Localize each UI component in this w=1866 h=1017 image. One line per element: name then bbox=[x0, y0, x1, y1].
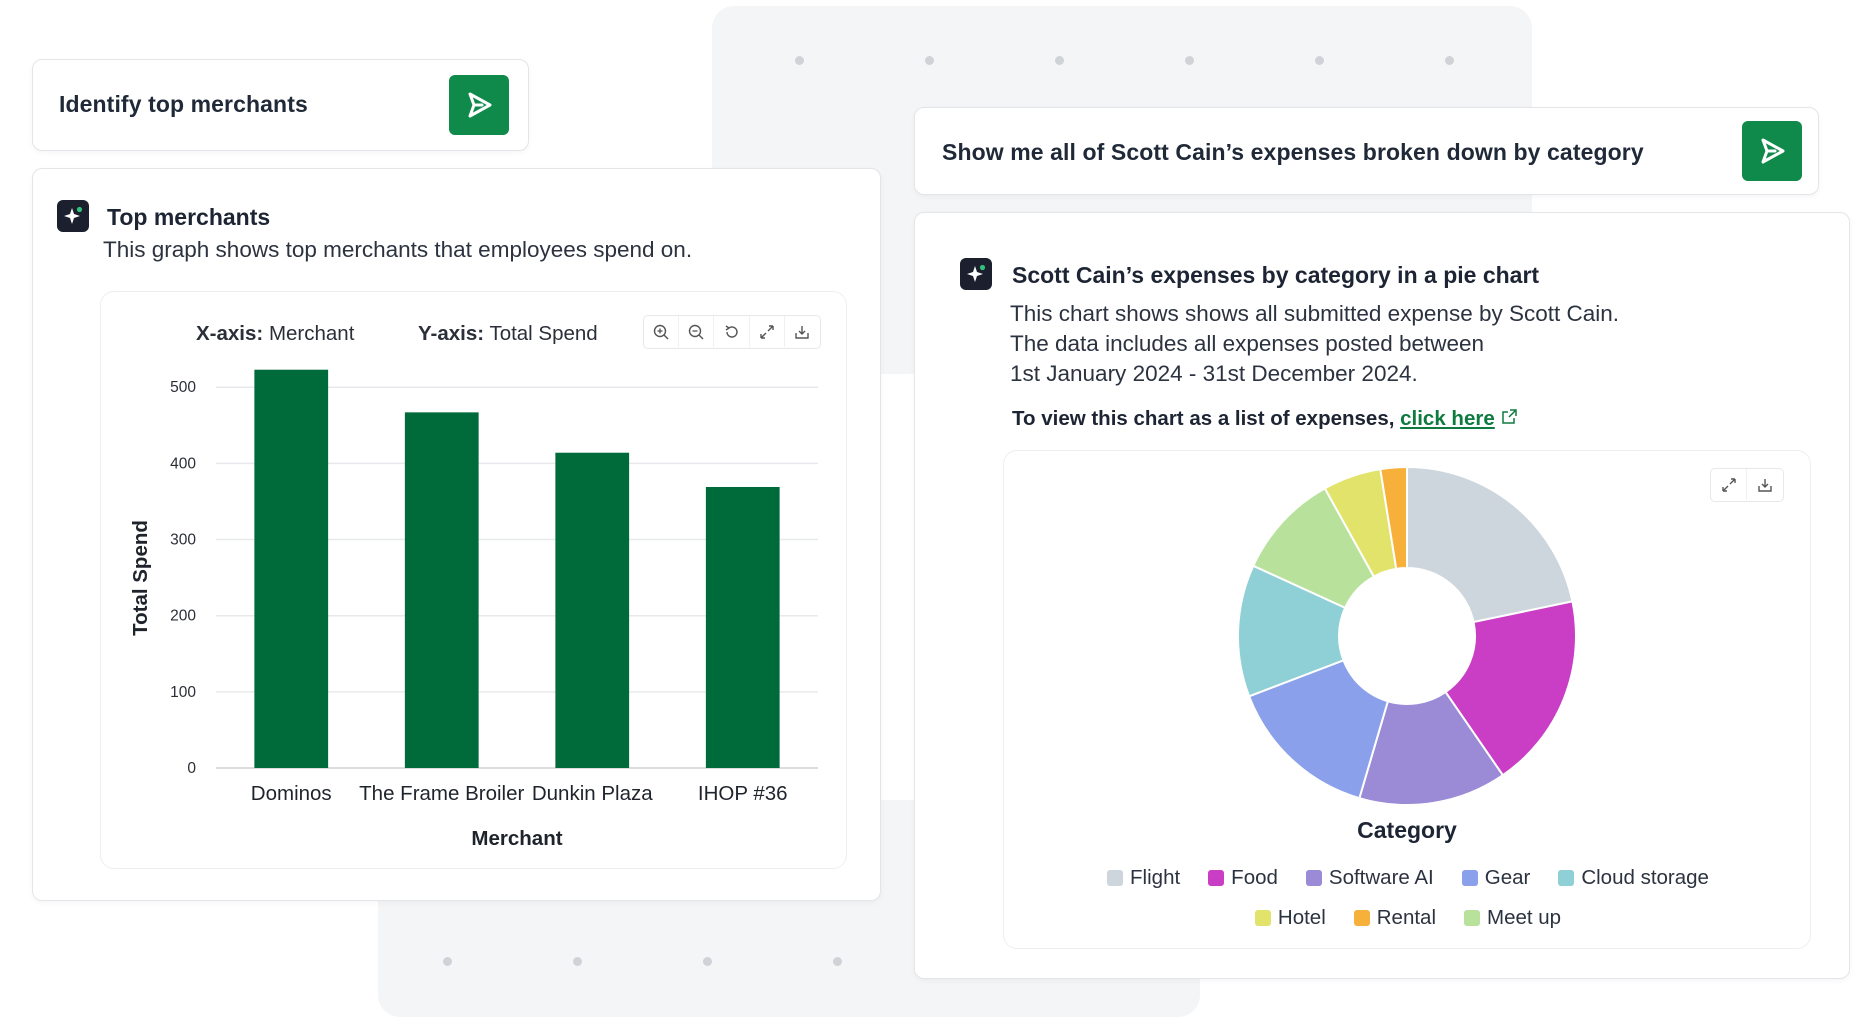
decorative-dot bbox=[833, 957, 842, 966]
bar-chart: 0 100 200 300 400 500 Dominos The Frame Broiler… bbox=[129, 369, 818, 850]
bar[interactable] bbox=[404, 412, 479, 768]
decorative-dot bbox=[1185, 56, 1194, 65]
legend-item[interactable]: Flight bbox=[1107, 866, 1180, 890]
y-tick-label: 300 bbox=[170, 532, 196, 549]
legend-swatch bbox=[1107, 870, 1124, 886]
decorative-dot bbox=[1315, 56, 1324, 65]
card-description-line-3: 1st January 2024 - 31st December 2024. bbox=[1010, 361, 1418, 386]
view-as-list-text: To view this chart as a list of expenses… bbox=[1012, 407, 1395, 430]
y-tick-label: 200 bbox=[170, 608, 196, 625]
y-tick-label: 0 bbox=[187, 760, 196, 777]
legend-item[interactable]: Meet up bbox=[1464, 906, 1561, 930]
bar[interactable] bbox=[555, 452, 630, 768]
decorative-dot bbox=[795, 56, 804, 65]
y-axis-label: Total Spend bbox=[129, 520, 152, 636]
pie-legend-row: Hotel Rental Meet up bbox=[1084, 906, 1732, 930]
legend-item[interactable]: Software AI bbox=[1305, 866, 1434, 890]
legend-item[interactable]: Cloud storage bbox=[1558, 866, 1709, 890]
expenses-by-category-card: Scott Cain’s expenses by category in a p… bbox=[914, 212, 1850, 979]
send-icon bbox=[468, 92, 492, 118]
card-title: Scott Cain’s expenses by category in a p… bbox=[1012, 262, 1540, 288]
card-description: This graph shows top merchants that empl… bbox=[103, 237, 693, 262]
legend-item[interactable]: Hotel bbox=[1254, 906, 1326, 930]
legend-label: Meet up bbox=[1487, 906, 1562, 929]
legend-swatch bbox=[1208, 870, 1225, 886]
external-link-icon[interactable] bbox=[1500, 408, 1518, 426]
click-here-link[interactable]: click here bbox=[1400, 407, 1495, 430]
decorative-dot bbox=[1055, 56, 1064, 65]
legend-swatch bbox=[1353, 910, 1370, 926]
left-send-button[interactable] bbox=[449, 75, 509, 135]
pie-slice-flight[interactable] bbox=[1406, 465, 1574, 624]
legend-label: Food bbox=[1231, 866, 1278, 889]
bar-chart-container: X-axis: Merchant Y-axis: Total Spend 0 10… bbox=[100, 291, 847, 869]
bar[interactable] bbox=[254, 369, 329, 768]
right-send-button[interactable] bbox=[1742, 121, 1802, 181]
legend-swatch bbox=[1254, 910, 1271, 926]
legend-label: Rental bbox=[1376, 906, 1437, 929]
card-description-line-2: The data includes all expenses posted be… bbox=[1010, 331, 1485, 356]
legend-swatch bbox=[1461, 870, 1478, 886]
left-prompt-bar[interactable]: Identify top merchants bbox=[32, 59, 529, 151]
legend-label: Hotel bbox=[1277, 906, 1326, 929]
x-tick-label: Dominos bbox=[251, 782, 332, 805]
card-description-line-1: This chart shows shows all submitted exp… bbox=[1010, 301, 1620, 326]
bar[interactable] bbox=[705, 486, 780, 768]
top-merchants-card: Top merchants This graph shows top merch… bbox=[32, 168, 881, 901]
y-tick-label: 500 bbox=[170, 379, 196, 396]
decorative-dot bbox=[1445, 56, 1454, 65]
x-axis-label: Merchant bbox=[471, 827, 562, 850]
decorative-dot bbox=[925, 56, 934, 65]
legend-swatch bbox=[1305, 870, 1322, 886]
view-as-list-line: To view this chart as a list of expenses… bbox=[1012, 404, 1518, 434]
pie-chart-title: Category bbox=[1357, 817, 1457, 843]
legend-item[interactable]: Gear bbox=[1461, 866, 1531, 890]
left-prompt-text: Identify top merchants bbox=[59, 91, 308, 117]
pie-chart-container: Category Flight Food Software AI Gear Cloud … bbox=[1003, 450, 1811, 949]
legend-label: Gear bbox=[1484, 866, 1531, 889]
y-tick-label: 400 bbox=[170, 455, 196, 472]
legend-label: Cloud storage bbox=[1581, 866, 1709, 889]
x-tick-label: IHOP #36 bbox=[698, 782, 788, 805]
decorative-dot bbox=[703, 957, 712, 966]
legend-swatch bbox=[1558, 870, 1575, 886]
send-icon bbox=[1761, 138, 1785, 164]
ai-sparkle-icon bbox=[57, 200, 89, 232]
x-tick-label: The Frame Broiler bbox=[359, 782, 524, 805]
y-tick-label: 100 bbox=[170, 684, 196, 701]
legend-item[interactable]: Rental bbox=[1353, 906, 1437, 930]
ai-sparkle-icon bbox=[960, 258, 992, 290]
right-prompt-bar[interactable]: Show me all of Scott Cain’s expenses bro… bbox=[914, 107, 1819, 195]
legend-swatch bbox=[1464, 910, 1481, 926]
card-title: Top merchants bbox=[107, 204, 271, 230]
legend-label: Software AI bbox=[1328, 866, 1434, 889]
right-prompt-text: Show me all of Scott Cain’s expenses bro… bbox=[942, 139, 1644, 165]
decorative-dot bbox=[573, 957, 582, 966]
legend-item[interactable]: Food bbox=[1208, 866, 1278, 890]
pie-legend-row: Flight Food Software AI Gear Cloud storage bbox=[1084, 866, 1732, 890]
decorative-dot bbox=[443, 957, 452, 966]
x-tick-label: Dunkin Plaza bbox=[532, 782, 653, 805]
legend-label: Flight bbox=[1130, 866, 1181, 889]
